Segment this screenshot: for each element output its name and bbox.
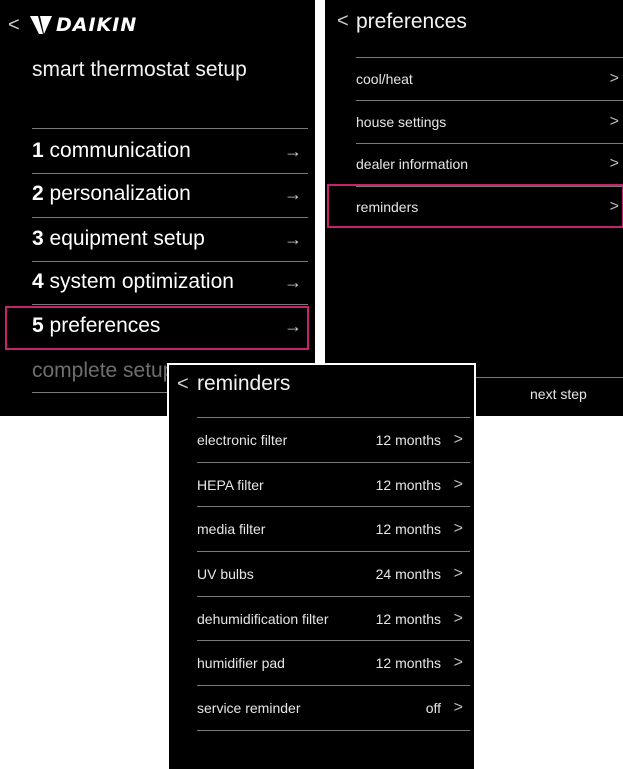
reminder-value: off — [425, 700, 441, 716]
chevron-right-icon: > — [609, 155, 619, 172]
reminder-label: dehumidification filter — [197, 611, 329, 627]
step-communication[interactable]: 1 communication → — [32, 130, 308, 172]
divider — [32, 128, 308, 129]
daikin-logo-mark-icon — [30, 16, 52, 34]
step-number: 1 — [32, 139, 44, 162]
reminders-screen: < reminders electronic filter 12 months … — [167, 363, 476, 769]
page-title: preferences — [356, 10, 467, 33]
reminder-dehumidification-filter[interactable]: dehumidification filter 12 months > — [197, 597, 471, 641]
step-label: equipment setup — [49, 227, 205, 250]
reminder-label: humidifier pad — [197, 655, 285, 671]
step-number: 3 — [32, 227, 44, 250]
reminder-media-filter[interactable]: media filter 12 months > — [197, 507, 471, 551]
step-label: personalization — [49, 182, 191, 205]
selected-item-highlight — [327, 184, 623, 228]
reminder-value: 12 months — [375, 432, 441, 448]
page-title: smart thermostat setup — [32, 58, 247, 81]
step-number: 4 — [32, 270, 44, 293]
reminder-label: service reminder — [197, 700, 301, 716]
chevron-right-icon: > — [453, 654, 463, 671]
reminder-humidifier-pad[interactable]: humidifier pad 12 months > — [197, 641, 471, 685]
page-title: reminders — [197, 372, 291, 395]
chevron-right-icon: > — [453, 610, 463, 627]
right-arrow-icon: → — [284, 184, 302, 204]
reminder-value: 12 months — [375, 477, 441, 493]
complete-setup-label: complete setup — [32, 359, 175, 382]
chevron-right-icon: > — [609, 70, 619, 87]
reminder-uv-bulbs[interactable]: UV bulbs 24 months > — [197, 552, 471, 596]
menu-item-label: cool/heat — [356, 71, 413, 87]
chevron-right-icon: > — [453, 431, 463, 448]
step-label: communication — [49, 139, 191, 162]
reminder-service-reminder[interactable]: service reminder off > — [197, 686, 471, 730]
reminder-value: 12 months — [375, 521, 441, 537]
selected-step-highlight — [5, 306, 309, 350]
menu-item-label: dealer information — [356, 156, 469, 172]
right-arrow-icon: → — [284, 141, 302, 161]
reminder-value: 24 months — [375, 566, 441, 582]
daikin-logo: DAIKIN — [30, 12, 137, 38]
back-chevron-icon[interactable]: < — [177, 373, 189, 396]
step-number: 2 — [32, 182, 44, 205]
step-personalization[interactable]: 2 personalization → — [32, 173, 308, 215]
reminder-label: UV bulbs — [197, 566, 254, 582]
step-system-optimization[interactable]: 4 system optimization → — [32, 261, 308, 303]
menu-item-dealer-information[interactable]: dealer information > — [356, 143, 621, 185]
reminder-label: media filter — [197, 521, 266, 537]
chevron-right-icon: > — [453, 476, 463, 493]
step-equipment-setup[interactable]: 3 equipment setup → — [32, 218, 308, 260]
chevron-right-icon: > — [453, 565, 463, 582]
preferences-screen: < preferences cool/heat > house settings… — [325, 0, 623, 416]
menu-item-label: house settings — [356, 114, 447, 130]
reminder-value: 12 months — [375, 611, 441, 627]
right-arrow-icon: → — [284, 272, 302, 292]
reminder-electronic-filter[interactable]: electronic filter 12 months > — [197, 418, 471, 462]
back-chevron-icon[interactable]: < — [337, 10, 349, 33]
menu-item-cool-heat[interactable]: cool/heat > — [356, 58, 621, 100]
chevron-right-icon: > — [453, 699, 463, 716]
reminder-label: HEPA filter — [197, 477, 264, 493]
reminder-hepa-filter[interactable]: HEPA filter 12 months > — [197, 463, 471, 507]
setup-screen: < DAIKIN smart thermostat setup 1 commun… — [0, 0, 315, 416]
step-label: system optimization — [49, 270, 234, 293]
right-arrow-icon: → — [284, 229, 302, 249]
reminder-value: 12 months — [375, 655, 441, 671]
reminder-label: electronic filter — [197, 432, 288, 448]
back-chevron-icon[interactable]: < — [8, 14, 20, 37]
next-step-button[interactable]: next step — [530, 386, 587, 402]
menu-item-house-settings[interactable]: house settings > — [356, 101, 621, 143]
chevron-right-icon: > — [609, 113, 619, 130]
divider — [197, 730, 470, 731]
chevron-right-icon: > — [453, 520, 463, 537]
brand-name: DAIKIN — [56, 14, 138, 36]
